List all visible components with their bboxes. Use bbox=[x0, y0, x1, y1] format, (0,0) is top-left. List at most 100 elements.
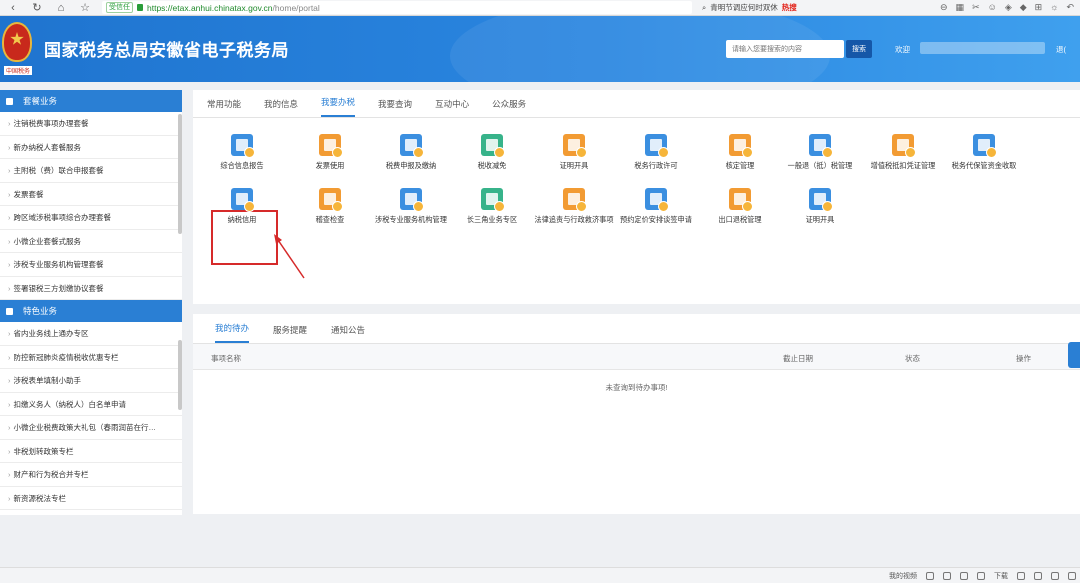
tab-0[interactable]: 常用功能 bbox=[207, 98, 241, 117]
shield-status-icon[interactable] bbox=[926, 571, 934, 580]
main-tabs: 常用功能 我的信息 我要办税 我要查询 互动中心 公众服务 bbox=[193, 90, 1080, 118]
function-tax-credit[interactable]: 纳税信用 bbox=[201, 188, 283, 225]
scissors-icon[interactable]: ✂ bbox=[972, 2, 980, 13]
sidebar-item[interactable]: 小微企业税费政策大礼包（春雨润苗在行… bbox=[0, 416, 182, 440]
sidebar-item[interactable]: 防控新冠肺炎疫情税收优惠专栏 bbox=[0, 346, 182, 369]
browser-search[interactable]: ⌕ 青明节调应何时双休 热搜 bbox=[702, 2, 832, 13]
function-vat-deduction[interactable]: 增值税抵扣凭证管理 bbox=[862, 134, 944, 171]
sidebar-item[interactable]: 扣缴义务人（纳税人）白名单申请 bbox=[0, 393, 182, 416]
undo-icon[interactable]: ↶ bbox=[1066, 2, 1074, 13]
function-label: 出口退税管理 bbox=[718, 215, 762, 224]
function-agency[interactable]: 涉税专业服务机构管理 bbox=[370, 188, 452, 225]
function-license[interactable]: 税务行政许可 bbox=[615, 134, 697, 171]
sidebar-item[interactable]: 新办纳税人套餐服务 bbox=[0, 136, 182, 159]
sidebar-item[interactable]: 跨区域涉税事项综合办理套餐 bbox=[0, 206, 182, 230]
function-label: 证明开具 bbox=[559, 161, 589, 170]
function-export-refund[interactable]: 出口退税管理 bbox=[699, 188, 781, 225]
browser-toolbar: ‹ ↻ ⌂ ☆ 受信任 https://etax.anhui.chinatax.… bbox=[0, 0, 1080, 16]
sidebar-item[interactable]: 省内业务线上通办专区 bbox=[0, 322, 182, 346]
col-item-name: 事项名称 bbox=[211, 354, 241, 363]
extension-icon[interactable]: ⊖ bbox=[940, 2, 948, 13]
sidebar-item[interactable]: 签署银税三方划缴协议套餐 bbox=[0, 277, 182, 300]
sync-icon[interactable] bbox=[960, 571, 968, 580]
sidebar-item[interactable]: 注销税费事项办理套餐 bbox=[0, 112, 182, 136]
rocket-icon[interactable] bbox=[977, 571, 985, 580]
refresh-icon[interactable]: ↻ bbox=[30, 1, 44, 14]
tab-1[interactable]: 我的信息 bbox=[264, 98, 298, 117]
function-inspection[interactable]: 稽查检查 bbox=[289, 188, 371, 225]
function-assessment[interactable]: 核定管理 bbox=[699, 134, 781, 171]
tab-3[interactable]: 我要查询 bbox=[378, 98, 412, 117]
window-icon[interactable] bbox=[943, 571, 951, 580]
print-icon[interactable] bbox=[1017, 571, 1025, 580]
sidebar-scrollbar-2[interactable] bbox=[178, 340, 182, 410]
sidebar-section-package[interactable]: 套餐业务 bbox=[0, 90, 182, 112]
game-icon[interactable]: ◈ bbox=[1005, 2, 1012, 13]
function-tax-reduction[interactable]: 税收减免 bbox=[451, 134, 533, 171]
custody-fund-icon bbox=[973, 134, 997, 158]
function-label: 核定管理 bbox=[725, 161, 755, 170]
logout-link[interactable]: 退( bbox=[1056, 44, 1066, 55]
tax-emblem-icon bbox=[2, 22, 32, 62]
function-pricing[interactable]: 预约定价安排谈签申请 bbox=[615, 188, 697, 225]
home-icon[interactable]: ⌂ bbox=[54, 2, 68, 14]
sidebar-item[interactable]: 财产和行为税合并专栏 bbox=[0, 463, 182, 487]
function-custody-fund[interactable]: 税务代保管资金收取 bbox=[943, 134, 1025, 171]
function-yangtze-delta[interactable]: 长三角业务专区 bbox=[451, 188, 533, 225]
function-panel: 常用功能 我的信息 我要办税 我要查询 互动中心 公众服务 综合信息报告 发票使用 税费申报及… bbox=[193, 90, 1080, 304]
function-label: 税费申报及缴纳 bbox=[385, 161, 437, 170]
function-label: 税收减免 bbox=[477, 161, 507, 170]
url-text: https://etax.anhui.chinatax.gov.cn/home/… bbox=[147, 2, 320, 13]
tax-filing-icon bbox=[400, 134, 424, 158]
function-tax-filing[interactable]: 税费申报及缴纳 bbox=[370, 134, 452, 171]
secure-badge: 受信任 bbox=[106, 2, 133, 13]
function-refund[interactable]: 一般退（抵）税管理 bbox=[779, 134, 861, 171]
sidebar-scrollbar-1[interactable] bbox=[178, 114, 182, 234]
user-icon[interactable]: ☺ bbox=[988, 2, 997, 13]
sidebar-item[interactable]: 主附税（费）联合申报套餐 bbox=[0, 159, 182, 183]
back-icon[interactable]: ‹ bbox=[6, 2, 20, 14]
function-legal[interactable]: 法律追责与行政救济事项 bbox=[533, 188, 615, 225]
function-certificate2[interactable]: 证明开具 bbox=[779, 188, 861, 225]
screenshot-icon[interactable] bbox=[1034, 571, 1042, 580]
sidebar-item[interactable]: 涉税表单填制小助手 bbox=[0, 369, 182, 393]
todo-tab-2[interactable]: 通知公告 bbox=[331, 324, 365, 343]
sidebar-item[interactable]: 涉税专业服务机构管理套餐 bbox=[0, 253, 182, 277]
floating-side-button[interactable] bbox=[1068, 342, 1080, 368]
sidebar-section-special[interactable]: 特色业务 bbox=[0, 300, 182, 322]
apps-icon[interactable]: ⊞ bbox=[1035, 2, 1043, 13]
volume-icon[interactable] bbox=[1051, 571, 1059, 580]
function-label: 法律追责与行政救济事项 bbox=[534, 215, 614, 224]
site-search-button[interactable]: 搜索 bbox=[846, 40, 872, 58]
sidebar-item[interactable]: 小微企业套餐式服务 bbox=[0, 230, 182, 253]
my-video-link[interactable]: 我的视频 bbox=[889, 571, 917, 581]
tax-reduction-icon bbox=[481, 134, 505, 158]
tab-2[interactable]: 我要办税 bbox=[321, 96, 356, 117]
zoom-icon[interactable] bbox=[1068, 571, 1076, 580]
address-bar[interactable]: 受信任 https://etax.anhui.chinatax.gov.cn/h… bbox=[102, 1, 692, 14]
sidebar-item[interactable]: 新资源税法专栏 bbox=[0, 487, 182, 510]
yangtze-delta-icon bbox=[481, 188, 505, 212]
theme-icon[interactable]: ☼ bbox=[1050, 2, 1058, 13]
hot-search-badge: 热搜 bbox=[781, 3, 797, 12]
bookmark-star-icon[interactable]: ☆ bbox=[78, 1, 92, 14]
todo-tab-0[interactable]: 我的待办 bbox=[215, 322, 250, 343]
site-search-input[interactable] bbox=[726, 40, 844, 58]
sidebar-list-package: 注销税费事项办理套餐新办纳税人套餐服务主附税（费）联合申报套餐发票套餐跨区域涉税… bbox=[0, 112, 182, 300]
tab-4[interactable]: 互动中心 bbox=[435, 98, 469, 117]
shield-icon[interactable]: ◆ bbox=[1020, 2, 1027, 13]
function-label: 税务代保管资金收取 bbox=[951, 161, 1017, 170]
function-certificate[interactable]: 证明开具 bbox=[533, 134, 615, 171]
assessment-icon bbox=[729, 134, 753, 158]
download-link[interactable]: 下载 bbox=[994, 571, 1008, 581]
todo-table-header: 事项名称 截止日期 状态 操作 bbox=[193, 344, 1080, 370]
col-action: 操作 bbox=[1016, 354, 1031, 363]
sidebar-item[interactable]: 发票套餐 bbox=[0, 183, 182, 206]
function-invoice[interactable]: 发票使用 bbox=[289, 134, 371, 171]
todo-tab-1[interactable]: 服务提醒 bbox=[273, 324, 307, 343]
sidebar-item[interactable]: 非税划转政策专栏 bbox=[0, 440, 182, 463]
grid-app-icon[interactable]: ▦ bbox=[956, 2, 965, 13]
function-label: 税务行政许可 bbox=[634, 161, 678, 170]
tab-5[interactable]: 公众服务 bbox=[492, 98, 526, 117]
function-report[interactable]: 综合信息报告 bbox=[201, 134, 283, 171]
